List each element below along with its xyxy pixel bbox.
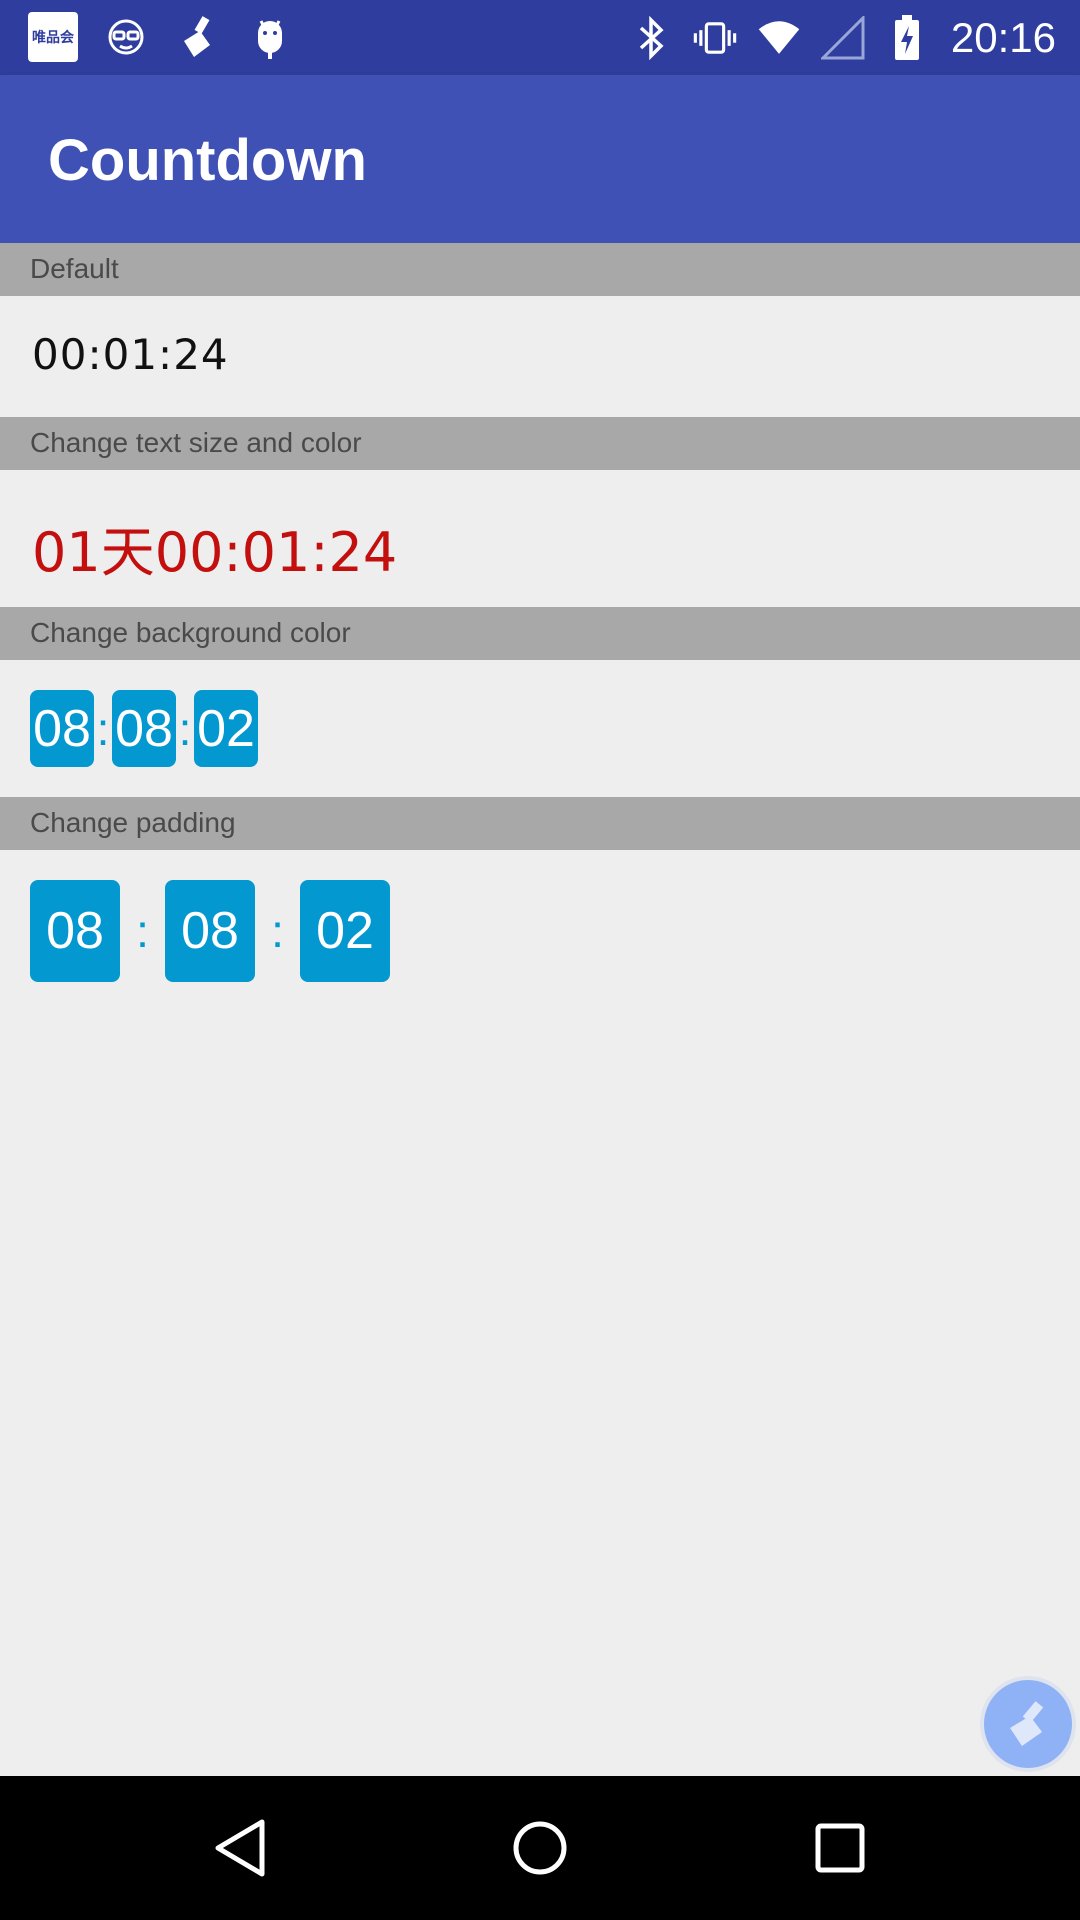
broom-icon [1010,1701,1044,1746]
android-icon [246,13,294,61]
back-icon [215,1819,265,1877]
section-header-padding: Change padding [0,797,1080,850]
countdown-default: 00:01:24 [32,330,229,379]
page-title: Countdown [48,128,367,193]
section-header-default: Default [0,243,1080,296]
glasses-face-icon [102,13,150,61]
app-bar: Countdown [0,75,1080,243]
bluetooth-icon [629,16,673,60]
home-icon [513,1821,567,1875]
separator: : [271,905,284,957]
nav-bar [0,1776,1080,1920]
countdown-padding: 08 : 08 : 02 [30,880,390,982]
status-bar: 唯品会 20:16 [0,0,1080,75]
hours-box: 08 [30,690,94,767]
separator: : [96,702,110,755]
section-header-label: Change text size and color [30,427,362,458]
broom-icon [174,13,222,61]
countdown-background: 08 : 08 : 02 [30,690,258,767]
separator: : [136,905,149,957]
wifi-icon [757,16,801,60]
vibrate-icon [693,16,737,60]
battery-charging-icon [885,15,929,60]
back-button[interactable] [210,1818,270,1878]
hours-box: 08 [30,880,120,982]
section-header-label: Change padding [30,807,236,838]
minutes-box: 08 [112,690,176,767]
status-time: 20:16 [950,14,1056,61]
home-button[interactable] [510,1818,570,1878]
section-header-label: Change background color [30,617,351,648]
floating-cleaner-button[interactable] [980,1676,1076,1772]
minutes-box: 08 [165,880,255,982]
seconds-box: 02 [194,690,258,767]
separator: : [178,702,192,755]
countdown-colored: 01天00:01:24 [32,521,398,584]
section-header-label: Default [30,253,119,284]
signal-icon [820,16,865,60]
section-header-background-color: Change background color [0,607,1080,660]
seconds-box: 02 [300,880,390,982]
recents-icon [815,1823,865,1873]
section-header-text-size-color: Change text size and color [0,417,1080,470]
recents-button[interactable] [810,1818,870,1878]
vipshop-icon: 唯品会 [28,12,78,62]
